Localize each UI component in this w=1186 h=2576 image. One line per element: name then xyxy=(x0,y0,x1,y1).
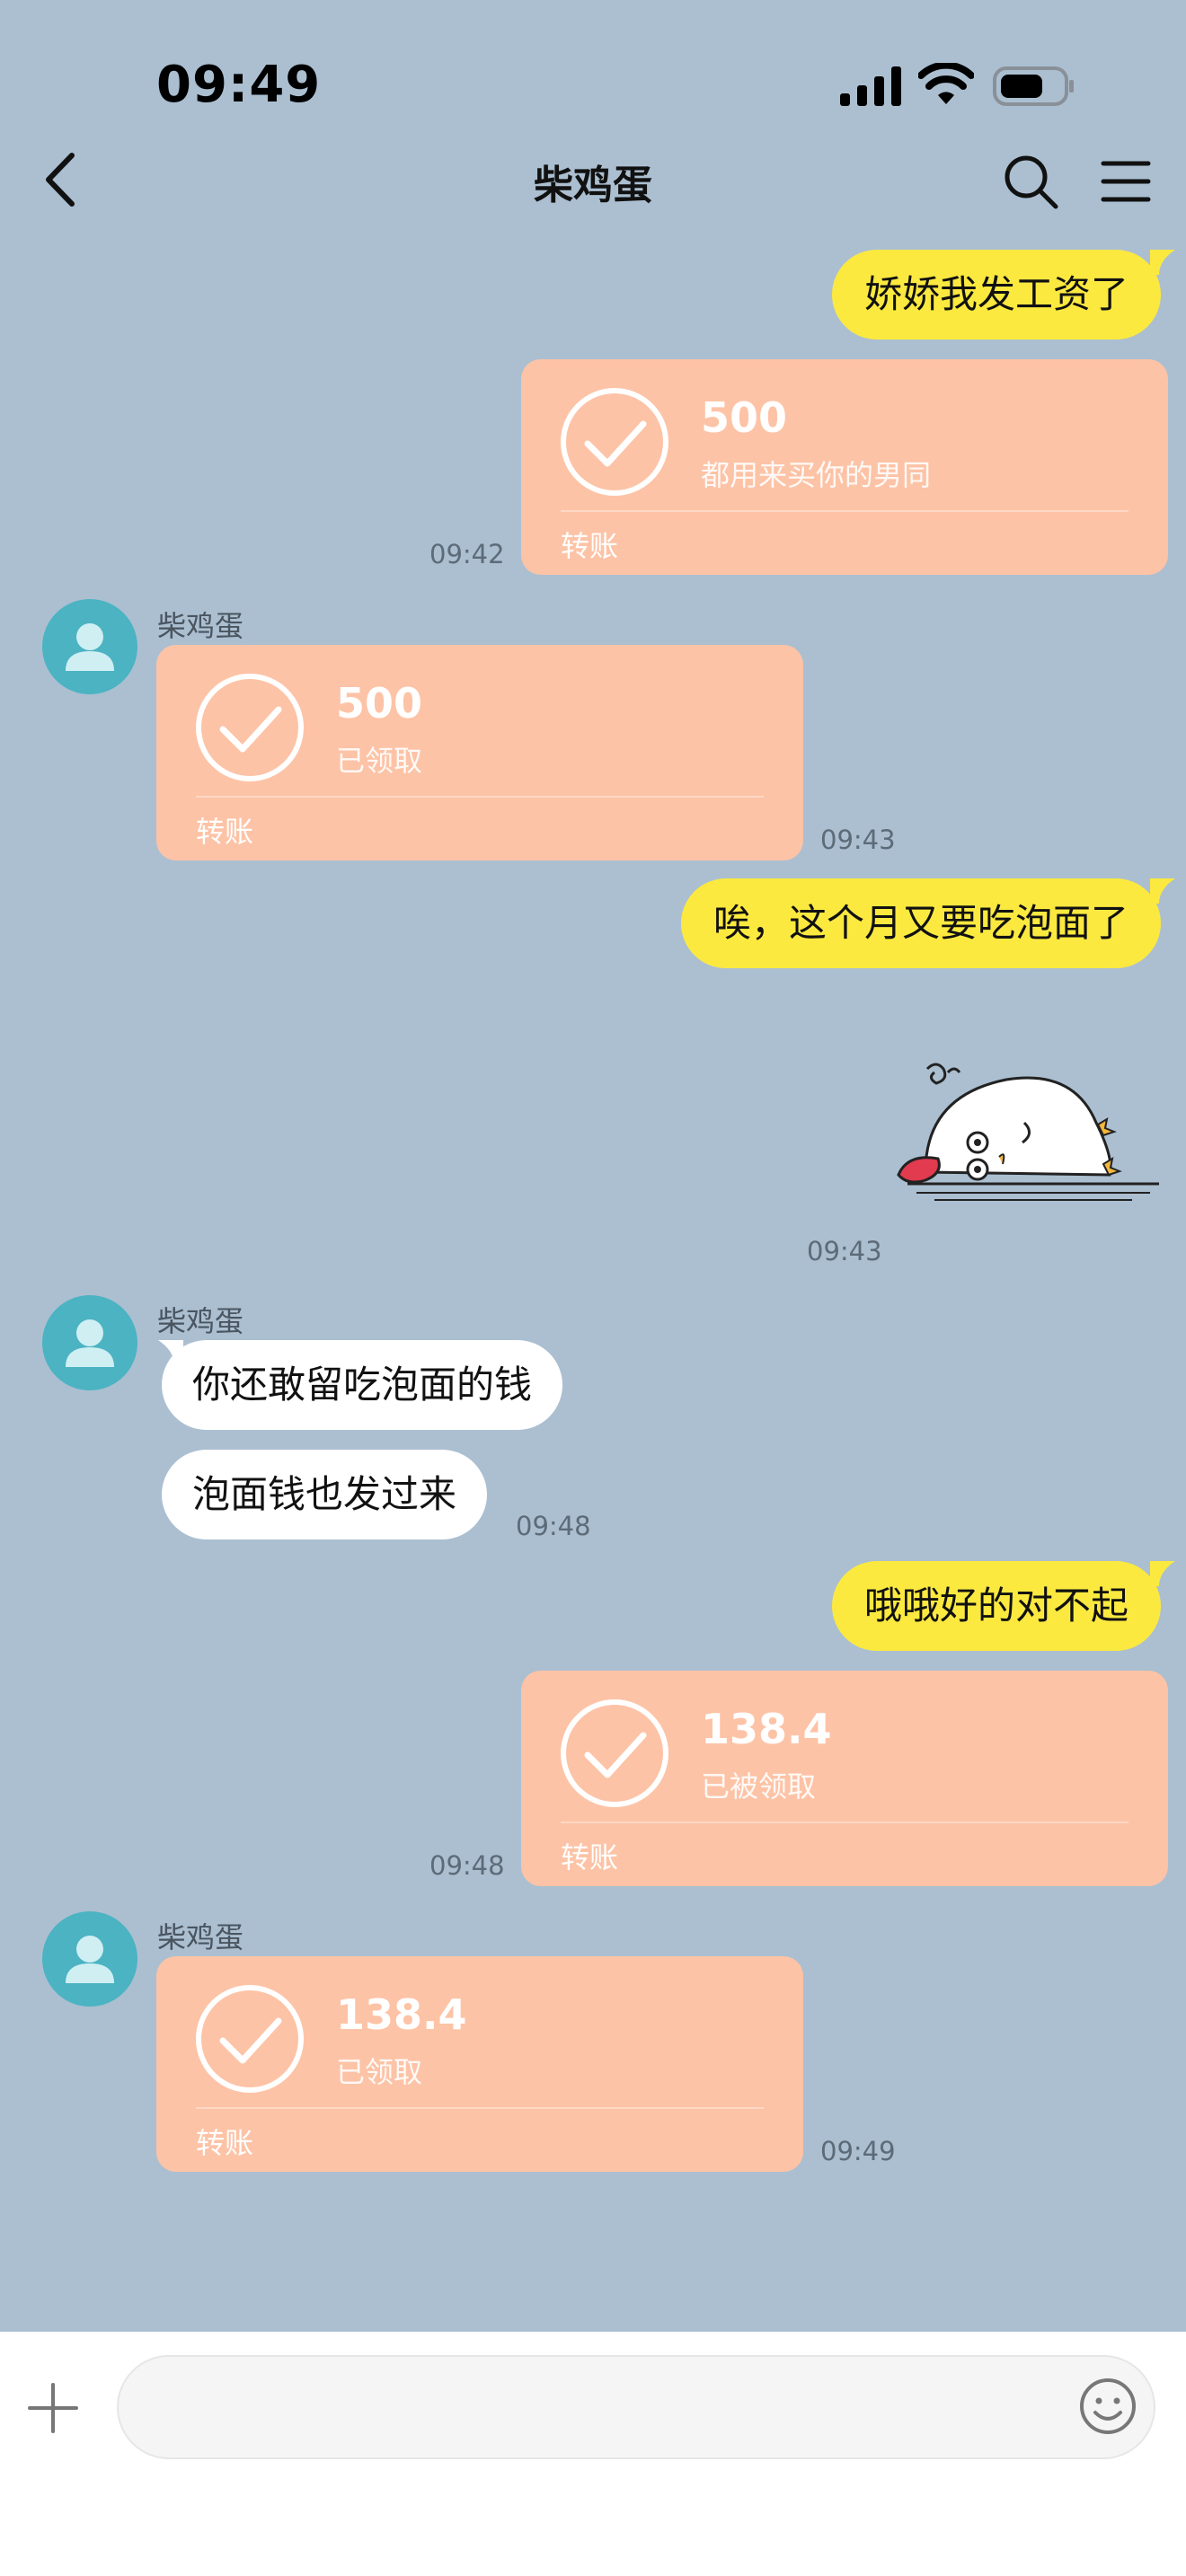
message-time: 09:42 xyxy=(429,539,505,569)
transfer-note: 已领取 xyxy=(336,2055,423,2089)
status-time: 09:49 xyxy=(156,56,322,114)
transfer-card[interactable]: 500 都用来买你的男同 转账 xyxy=(521,359,1168,575)
card-divider xyxy=(196,796,764,798)
transfer-card[interactable]: 138.4 已被领取 转账 xyxy=(521,1671,1168,1886)
transfer-card[interactable]: 500 已领取 转账 xyxy=(156,645,803,860)
person-icon xyxy=(66,1936,114,1983)
battery-icon xyxy=(993,66,1074,106)
bubble-tail xyxy=(1150,1561,1175,1586)
bubble-tail xyxy=(1150,250,1175,275)
plus-icon[interactable] xyxy=(27,2382,79,2434)
person-icon xyxy=(66,623,114,671)
message-time: 09:43 xyxy=(807,1236,882,1266)
card-divider xyxy=(196,2107,764,2109)
transfer-amount: 138.4 xyxy=(701,1705,832,1753)
search-icon[interactable] xyxy=(1002,153,1059,210)
avatar[interactable] xyxy=(42,599,137,694)
message-text: 你还敢留吃泡面的钱 xyxy=(192,1363,533,1407)
check-circle-icon xyxy=(561,388,668,496)
signal-icon xyxy=(840,66,901,106)
menu-icon[interactable] xyxy=(1101,156,1151,207)
message-text: 泡面钱也发过来 xyxy=(192,1472,457,1516)
card-divider xyxy=(561,1822,1128,1823)
my-message-bubble[interactable]: 唉，这个月又要吃泡面了 xyxy=(680,878,1161,968)
my-message-bubble[interactable]: 娇娇我发工资了 xyxy=(831,250,1161,340)
check-circle-icon xyxy=(561,1699,668,1807)
transfer-label: 转账 xyxy=(196,2126,254,2160)
emoji-icon[interactable] xyxy=(1078,2377,1137,2436)
transfer-note: 已领取 xyxy=(336,744,423,778)
their-message-bubble[interactable]: 泡面钱也发过来 xyxy=(162,1450,488,1539)
sticker-crying-blob[interactable] xyxy=(890,1060,1168,1213)
message-input[interactable] xyxy=(117,2355,1155,2459)
sender-name: 柴鸡蛋 xyxy=(157,1304,244,1338)
message-text: 唉，这个月又要吃泡面了 xyxy=(712,901,1128,945)
my-message-bubble[interactable]: 哦哦好的对不起 xyxy=(831,1561,1161,1651)
transfer-label: 转账 xyxy=(561,1840,619,1875)
avatar[interactable] xyxy=(42,1911,137,2007)
card-divider xyxy=(561,510,1128,512)
transfer-amount: 500 xyxy=(336,679,423,728)
person-icon xyxy=(66,1319,114,1367)
message-text: 娇娇我发工资了 xyxy=(863,272,1128,316)
transfer-amount: 138.4 xyxy=(336,1990,467,2039)
wifi-icon xyxy=(918,63,974,104)
transfer-amount: 500 xyxy=(701,393,788,442)
message-time: 09:48 xyxy=(429,1850,505,1881)
check-circle-icon xyxy=(196,1985,304,2093)
check-circle-icon xyxy=(196,674,304,781)
sender-name: 柴鸡蛋 xyxy=(157,1920,244,1954)
message-time: 09:49 xyxy=(820,2136,896,2166)
their-message-bubble[interactable]: 你还敢留吃泡面的钱 xyxy=(162,1340,563,1430)
transfer-note: 已被领取 xyxy=(701,1769,817,1804)
bubble-tail xyxy=(1150,878,1175,904)
avatar[interactable] xyxy=(42,1295,137,1390)
transfer-note: 都用来买你的男同 xyxy=(701,458,932,492)
message-time: 09:43 xyxy=(820,825,896,855)
message-time: 09:48 xyxy=(516,1511,591,1541)
transfer-label: 转账 xyxy=(561,529,619,563)
transfer-label: 转账 xyxy=(196,815,254,849)
transfer-card[interactable]: 138.4 已领取 转账 xyxy=(156,1956,803,2172)
message-text: 哦哦好的对不起 xyxy=(863,1584,1128,1628)
sender-name: 柴鸡蛋 xyxy=(157,609,244,643)
